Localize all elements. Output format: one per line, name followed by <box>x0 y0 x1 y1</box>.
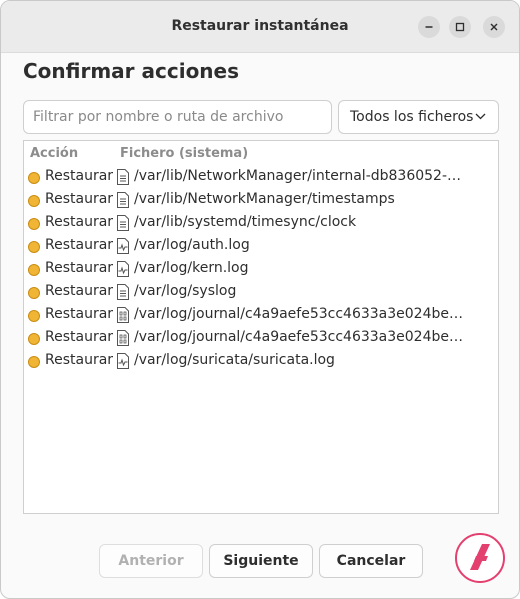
restore-snapshot-window: Restaurar instantánea Confirmar acciones… <box>0 0 520 599</box>
window-title: Restaurar instantánea <box>171 18 349 34</box>
filter-input[interactable] <box>23 100 332 134</box>
page-heading: Confirmar acciones <box>23 59 240 83</box>
table-row[interactable]: Restaurar/var/log/kern.log <box>24 258 498 281</box>
status-dot-icon <box>28 241 40 253</box>
row-file-path: /var/lib/NetworkManager/timestamps <box>134 191 395 207</box>
row-file-path: /var/lib/systemd/timesync/clock <box>134 214 357 230</box>
row-file-path: /var/log/suricata/suricata.log <box>134 352 335 368</box>
maximize-icon <box>455 22 465 32</box>
text-file-icon <box>117 192 129 208</box>
file-type-selected: Todos los ficheros <box>350 109 474 125</box>
log-file-icon <box>117 238 129 254</box>
status-dot-icon <box>28 356 40 368</box>
status-dot-icon <box>28 333 40 345</box>
table-row[interactable]: Restaurar/var/log/journal/c4a9aefe53cc46… <box>24 304 498 327</box>
file-type-dropdown[interactable]: Todos los ficheros <box>338 100 499 134</box>
column-header-file[interactable]: Fichero (sistema) <box>120 146 248 161</box>
status-dot-icon <box>28 310 40 322</box>
row-action: Restaurar <box>45 329 114 345</box>
row-action: Restaurar <box>45 306 114 322</box>
status-dot-icon <box>28 218 40 230</box>
row-action: Restaurar <box>45 283 114 299</box>
minimize-button[interactable] <box>418 16 440 38</box>
chevron-down-icon <box>475 113 486 120</box>
table-row[interactable]: Restaurar/var/lib/systemd/timesync/clock <box>24 212 498 235</box>
table-row[interactable]: Restaurar/var/log/syslog <box>24 281 498 304</box>
row-file-path: /var/log/kern.log <box>134 260 249 276</box>
status-dot-icon <box>28 287 40 299</box>
minimize-icon <box>425 26 433 28</box>
status-dot-icon <box>28 172 40 184</box>
row-action: Restaurar <box>45 237 114 253</box>
row-file-path: /var/log/journal/c4a9aefe53cc4633a3e024b… <box>134 329 464 345</box>
close-button[interactable] <box>483 16 505 38</box>
row-file-path: /var/log/journal/c4a9aefe53cc4633a3e024b… <box>134 306 464 322</box>
row-file-path: /var/log/syslog <box>134 283 237 299</box>
text-file-icon <box>117 169 129 185</box>
status-dot-icon <box>28 264 40 276</box>
log-file-icon <box>117 261 129 277</box>
column-header-action[interactable]: Acción <box>30 146 78 161</box>
maximize-button[interactable] <box>449 16 471 38</box>
table-row[interactable]: Restaurar/var/log/auth.log <box>24 235 498 258</box>
row-action: Restaurar <box>45 260 114 276</box>
table-row[interactable]: Restaurar/var/log/journal/c4a9aefe53cc46… <box>24 327 498 350</box>
table-row[interactable]: Restaurar/var/lib/NetworkManager/interna… <box>24 166 498 189</box>
row-file-path: /var/lib/NetworkManager/internal-db83605… <box>134 168 464 184</box>
actions-list[interactable]: Acción Fichero (sistema) Restaurar/var/l… <box>23 140 499 514</box>
cancel-button[interactable]: Cancelar <box>319 544 423 578</box>
watermark-logo-icon <box>455 533 505 583</box>
binary-file-icon <box>117 307 129 323</box>
row-action: Restaurar <box>45 191 114 207</box>
status-dot-icon <box>28 195 40 207</box>
previous-button[interactable]: Anterior <box>99 544 203 578</box>
next-button[interactable]: Siguiente <box>209 544 313 578</box>
table-row[interactable]: Restaurar/var/lib/NetworkManager/timesta… <box>24 189 498 212</box>
binary-file-icon <box>117 330 129 346</box>
close-icon <box>490 23 498 31</box>
row-action: Restaurar <box>45 168 114 184</box>
log-file-icon <box>117 353 129 369</box>
title-bar[interactable]: Restaurar instantánea <box>1 1 519 53</box>
table-row[interactable]: Restaurar/var/log/suricata/suricata.log <box>24 350 498 373</box>
row-file-path: /var/log/auth.log <box>134 237 250 253</box>
text-file-icon <box>117 284 129 300</box>
row-action: Restaurar <box>45 214 114 230</box>
text-file-icon <box>117 215 129 231</box>
row-action: Restaurar <box>45 352 114 368</box>
